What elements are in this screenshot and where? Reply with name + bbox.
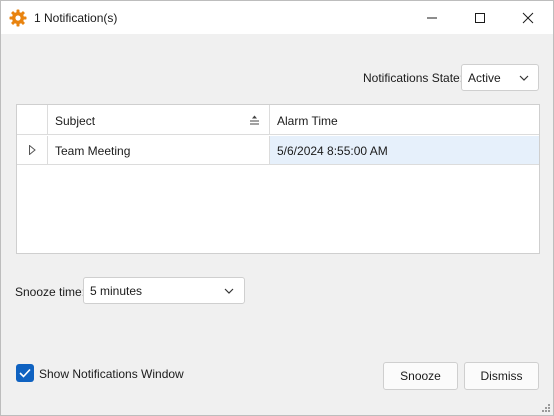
notifications-state-dropdown[interactable]: Active bbox=[461, 64, 539, 91]
alarm-time-text: 5/6/2024 8:55:00 AM bbox=[277, 144, 388, 158]
gear-icon bbox=[9, 9, 27, 27]
snooze-time-label: Snooze time: bbox=[15, 285, 86, 299]
close-icon bbox=[522, 12, 534, 24]
show-notifications-checkbox[interactable] bbox=[16, 364, 34, 382]
table-row[interactable]: Team Meeting 5/6/2024 8:55:00 AM bbox=[17, 136, 539, 165]
column-header-alarm-time[interactable]: Alarm Time bbox=[270, 105, 539, 135]
notifications-grid[interactable]: Subject Alarm Time Team Meeting 5/6/2024… bbox=[16, 104, 540, 254]
close-button[interactable] bbox=[505, 1, 551, 34]
chevron-down-icon bbox=[519, 75, 529, 81]
snooze-time-dropdown[interactable]: 5 minutes bbox=[83, 277, 245, 304]
dismiss-button[interactable]: Dismiss bbox=[464, 362, 539, 390]
subject-cell[interactable]: Team Meeting bbox=[48, 136, 270, 164]
notifications-state-value: Active bbox=[468, 71, 501, 85]
minimize-button[interactable] bbox=[409, 1, 455, 34]
snooze-button[interactable]: Snooze bbox=[383, 362, 458, 390]
sort-ascending-icon bbox=[250, 115, 259, 125]
snooze-time-value: 5 minutes bbox=[90, 284, 143, 298]
grid-header: Subject Alarm Time bbox=[17, 105, 539, 135]
notifications-state-label: Notifications State: bbox=[363, 71, 464, 85]
chevron-down-icon bbox=[224, 288, 234, 294]
column-header-label: Subject bbox=[55, 114, 96, 128]
row-pointer-icon bbox=[29, 145, 36, 155]
maximize-button[interactable] bbox=[457, 1, 503, 34]
column-header-subject[interactable]: Subject bbox=[48, 105, 270, 135]
checkmark-icon bbox=[19, 368, 31, 378]
alarm-time-cell[interactable]: 5/6/2024 8:55:00 AM bbox=[270, 136, 539, 164]
row-indicator[interactable] bbox=[17, 136, 48, 164]
window-title: 1 Notification(s) bbox=[34, 11, 118, 25]
minimize-icon bbox=[427, 17, 437, 19]
maximize-icon bbox=[475, 13, 485, 23]
subject-text: Team Meeting bbox=[55, 144, 131, 158]
column-header-label: Alarm Time bbox=[277, 114, 338, 128]
title-bar[interactable]: 1 Notification(s) bbox=[1, 1, 553, 34]
resize-grip-icon[interactable] bbox=[541, 403, 551, 413]
notification-window: 1 Notification(s) Notifications State: A… bbox=[0, 0, 554, 416]
show-notifications-label[interactable]: Show Notifications Window bbox=[39, 367, 184, 381]
row-indicator-header bbox=[17, 105, 48, 135]
